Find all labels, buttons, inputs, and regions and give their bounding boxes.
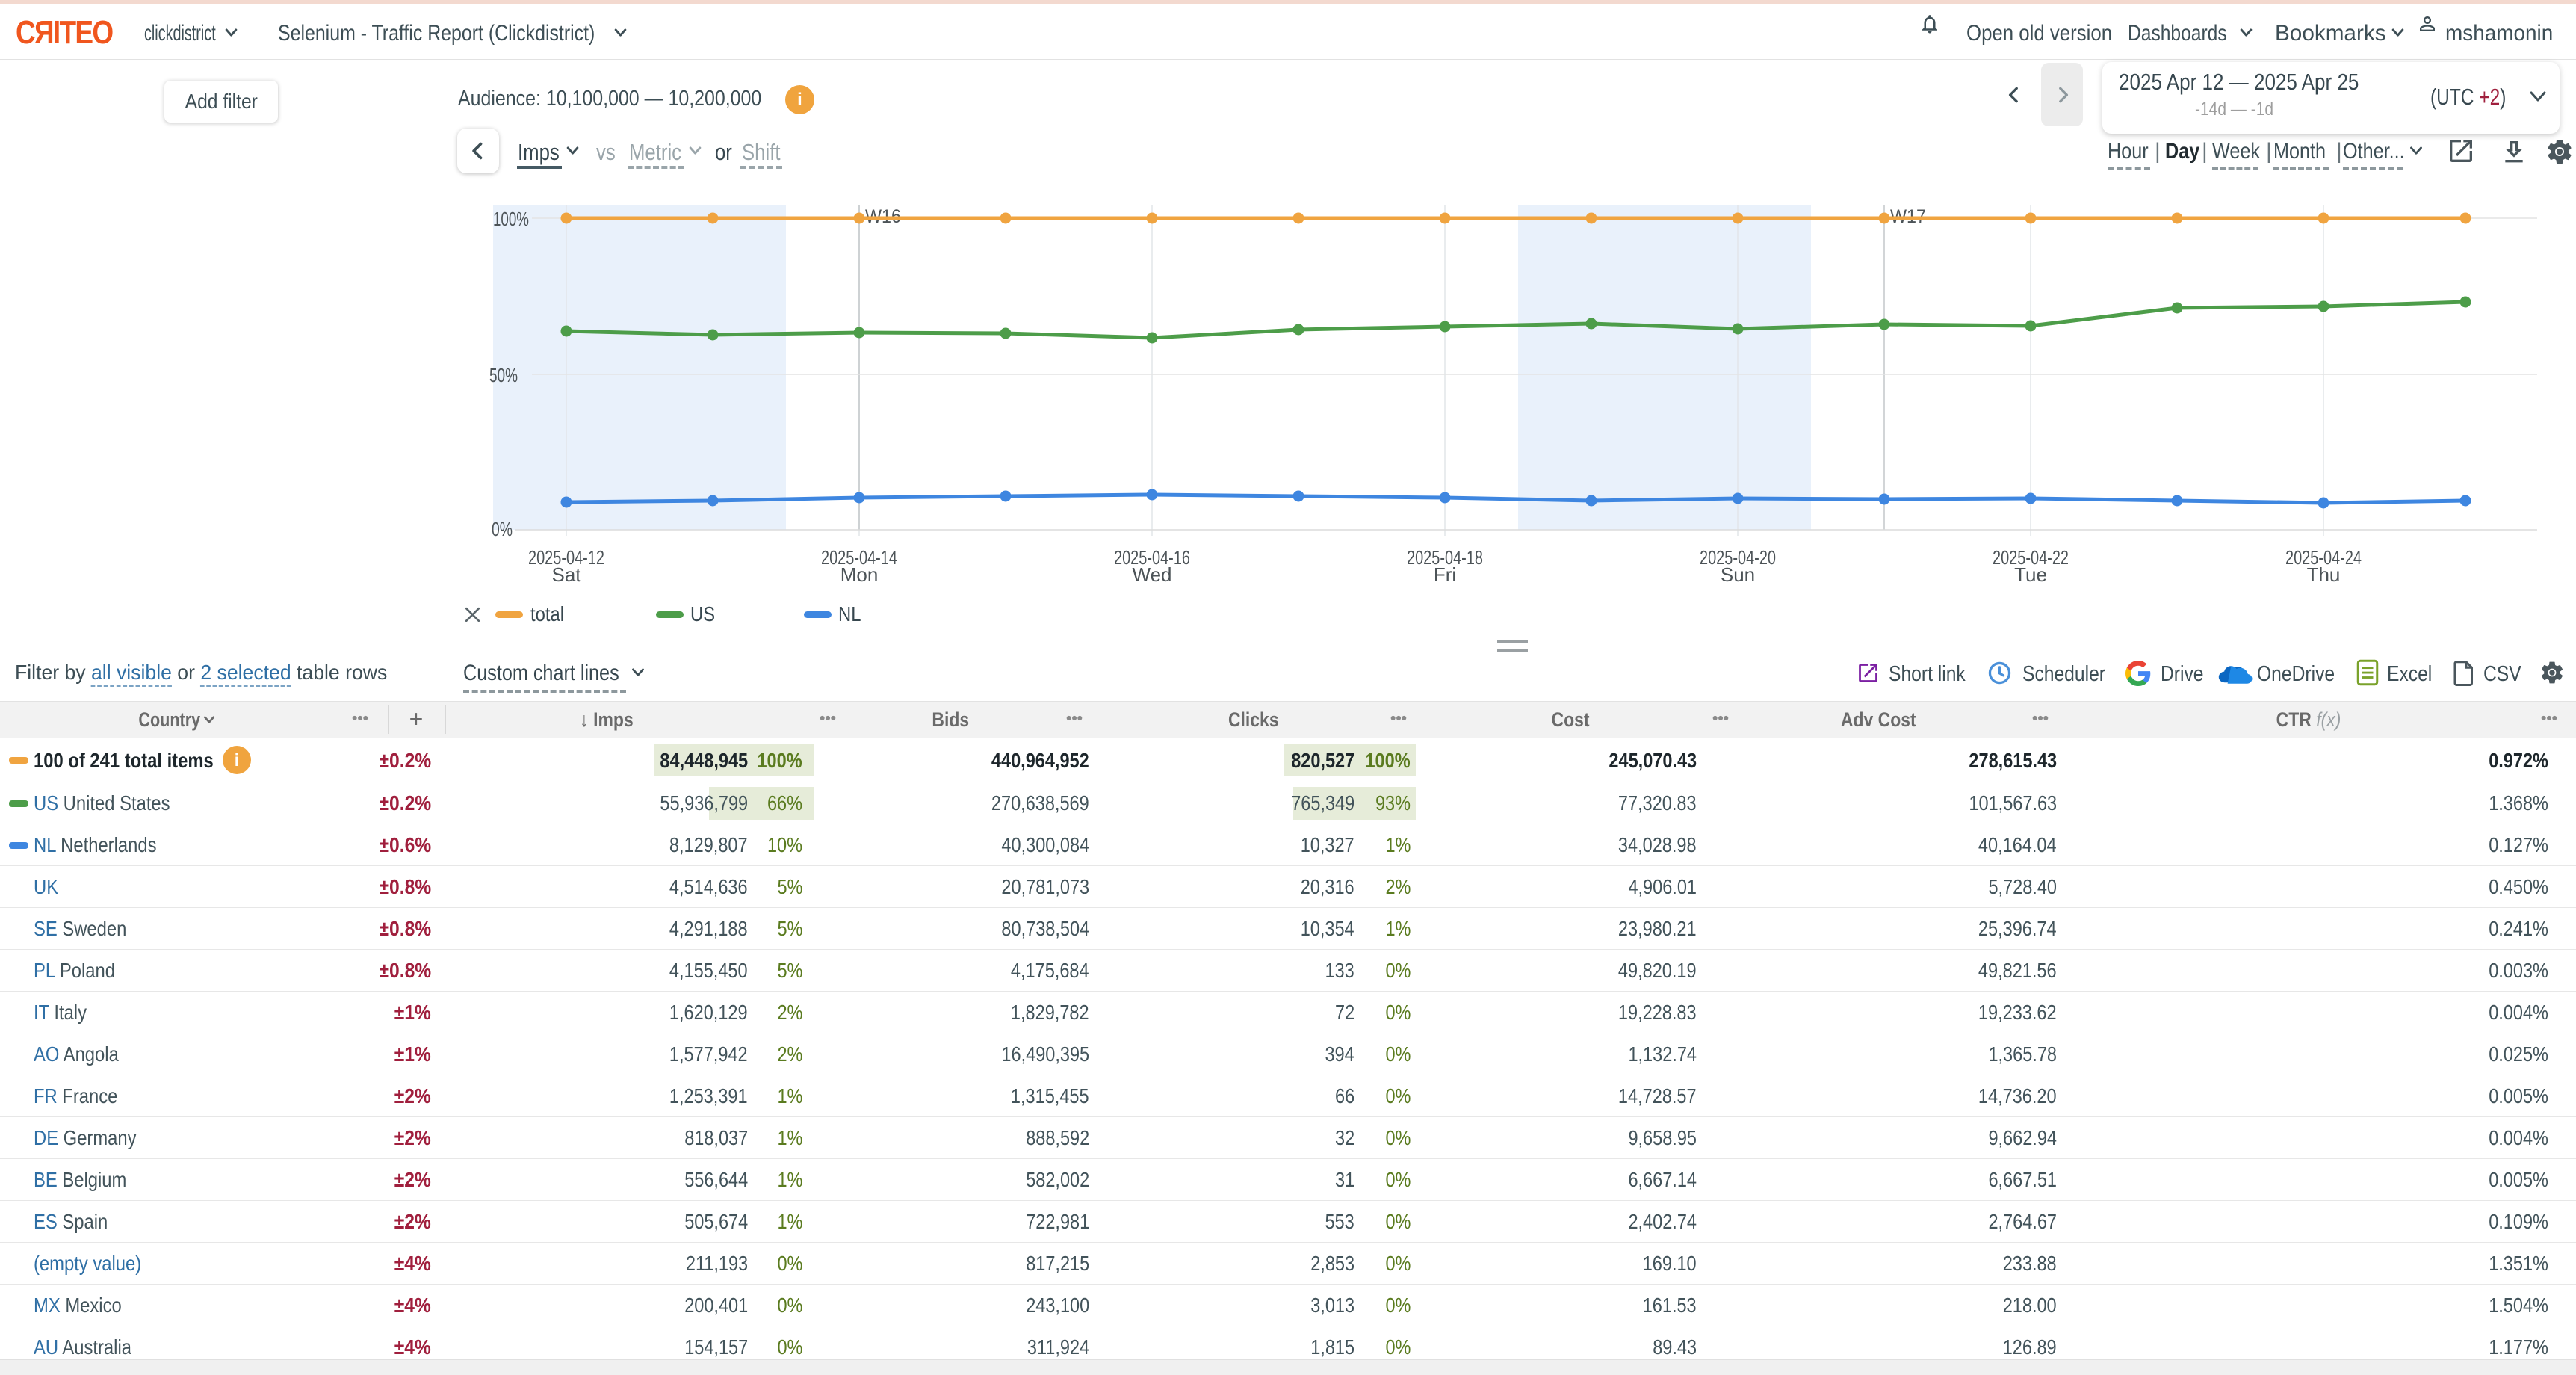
svg-text:Fri: Fri — [1434, 563, 1456, 586]
svg-text:Sun: Sun — [1721, 563, 1755, 586]
svg-text:100%: 100% — [493, 208, 529, 230]
svg-text:Thu: Thu — [2307, 563, 2341, 586]
svg-text:50%: 50% — [489, 364, 518, 386]
svg-text:Sat: Sat — [551, 563, 581, 586]
svg-text:0%: 0% — [492, 518, 513, 540]
svg-text:Wed: Wed — [1133, 563, 1172, 586]
svg-text:Mon: Mon — [840, 563, 879, 586]
svg-text:Tue: Tue — [2014, 563, 2047, 586]
